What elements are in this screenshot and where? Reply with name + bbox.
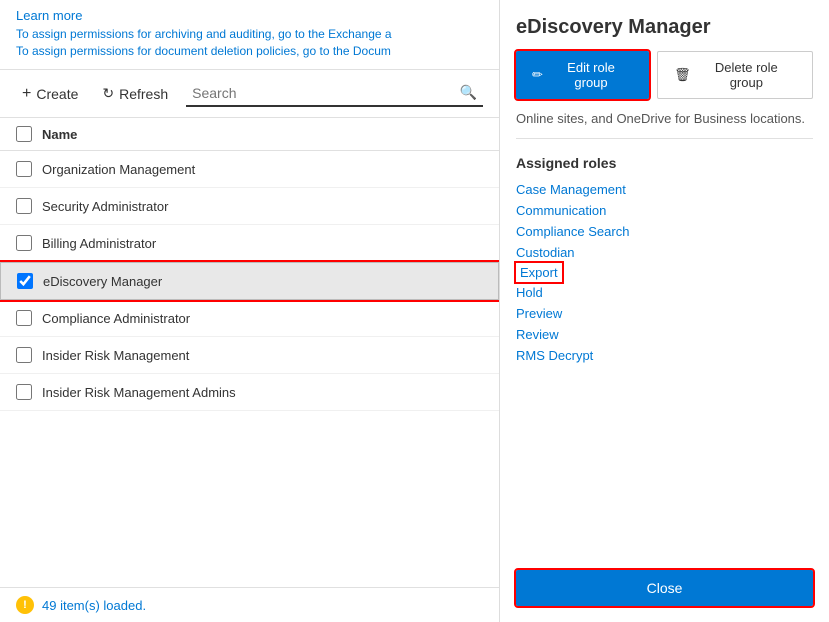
table-row[interactable]: Organization Management (0, 151, 499, 188)
panel-footer: Close (516, 554, 813, 606)
table-row-ediscovery[interactable]: eDiscovery Manager (0, 262, 499, 300)
row-checkbox[interactable] (16, 347, 32, 363)
row-checkbox[interactable] (16, 235, 32, 251)
role-export[interactable]: Export (516, 263, 562, 282)
name-column-header: Name (42, 127, 77, 142)
create-button[interactable]: + Create (16, 81, 84, 107)
row-name: Compliance Administrator (42, 311, 190, 326)
roles-list: Case Management Communication Compliance… (516, 179, 813, 366)
refresh-label: Refresh (119, 86, 168, 102)
plus-icon: + (22, 85, 31, 103)
edit-role-group-button[interactable]: ✏ Edit role group (516, 51, 649, 99)
role-communication[interactable]: Communication (516, 200, 813, 221)
table-header: Name (0, 118, 499, 151)
panel-title: eDiscovery Manager (516, 16, 813, 39)
search-input[interactable] (192, 85, 453, 101)
search-icon: 🔍 (460, 84, 477, 101)
role-case-management[interactable]: Case Management (516, 179, 813, 200)
assign-archiving-text: To assign permissions for archiving and … (16, 27, 483, 41)
row-checkbox[interactable] (16, 310, 32, 326)
search-box: 🔍 (186, 80, 483, 107)
status-text: 49 item(s) loaded. (42, 598, 146, 613)
table-row[interactable]: Billing Administrator (0, 225, 499, 262)
table-row[interactable]: Insider Risk Management (0, 337, 499, 374)
edit-icon: ✏ (532, 67, 543, 83)
delete-label: Delete role group (697, 60, 796, 90)
status-bar: ! 49 item(s) loaded. (0, 587, 499, 622)
status-icon: ! (16, 596, 34, 614)
role-preview[interactable]: Preview (516, 303, 813, 324)
edit-label: Edit role group (549, 60, 633, 90)
panel-description: Online sites, and OneDrive for Business … (516, 111, 813, 139)
table-body: Organization Management Security Adminis… (0, 151, 499, 587)
row-checkbox-ediscovery[interactable] (17, 273, 33, 289)
delete-role-group-button[interactable]: 🗑 Delete role group (657, 51, 813, 99)
close-button[interactable]: Close (516, 570, 813, 606)
toolbar: + Create ↻ Refresh 🔍 (0, 70, 499, 118)
assign-deletion-text: To assign permissions for document delet… (16, 44, 483, 58)
create-label: Create (36, 86, 78, 102)
trash-icon: 🗑 (674, 67, 691, 83)
assigned-roles-title: Assigned roles (516, 155, 813, 171)
row-name: Insider Risk Management Admins (42, 385, 236, 400)
row-name: Organization Management (42, 162, 195, 177)
refresh-icon: ↻ (102, 85, 114, 102)
table-row[interactable]: Compliance Administrator (0, 300, 499, 337)
row-checkbox[interactable] (16, 161, 32, 177)
row-name: Security Administrator (42, 199, 168, 214)
refresh-button[interactable]: ↻ Refresh (96, 81, 174, 106)
select-all-checkbox[interactable] (16, 126, 32, 142)
role-hold[interactable]: Hold (516, 282, 813, 303)
row-name: Billing Administrator (42, 236, 156, 251)
row-name: Insider Risk Management (42, 348, 189, 363)
panel-actions: ✏ Edit role group 🗑 Delete role group (516, 51, 813, 99)
role-compliance-search[interactable]: Compliance Search (516, 221, 813, 242)
table-row[interactable]: Insider Risk Management Admins (0, 374, 499, 411)
row-checkbox[interactable] (16, 384, 32, 400)
left-panel: Learn more To assign permissions for arc… (0, 0, 500, 622)
info-bar: Learn more To assign permissions for arc… (0, 0, 499, 70)
learn-more-link[interactable]: Learn more (16, 8, 483, 23)
role-rms-decrypt[interactable]: RMS Decrypt (516, 345, 813, 366)
role-review[interactable]: Review (516, 324, 813, 345)
role-custodian[interactable]: Custodian (516, 242, 813, 263)
row-checkbox[interactable] (16, 198, 32, 214)
table-row[interactable]: Security Administrator (0, 188, 499, 225)
row-name-ediscovery: eDiscovery Manager (43, 274, 162, 289)
right-panel: eDiscovery Manager ✏ Edit role group 🗑 D… (500, 0, 829, 622)
